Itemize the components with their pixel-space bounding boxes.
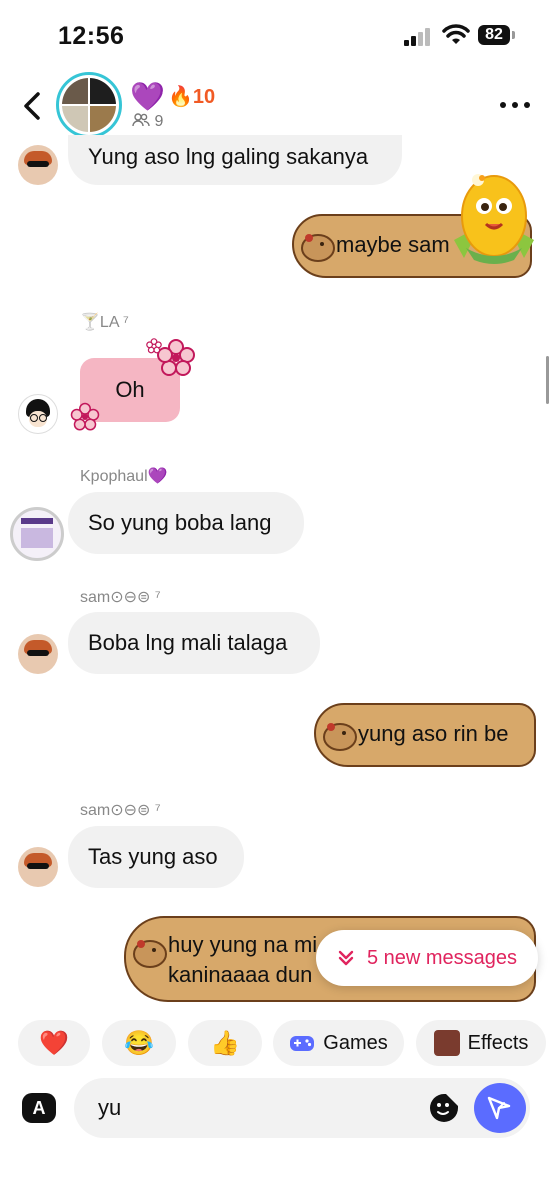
message-bubble[interactable]: Yung aso lng galing sakanya [68,135,402,185]
wifi-icon [442,24,470,44]
sticker-icon[interactable] [428,1092,460,1124]
outgoing-capybara-bubble[interactable]: yung aso rin be [314,703,536,767]
effects-button[interactable]: Effects [416,1020,546,1066]
sender-name: 🍸LA ⁷ [80,314,129,331]
small-flower-icon [146,338,162,354]
games-label: Games [323,1031,388,1054]
avatar-la[interactable] [18,394,58,434]
people-icon [132,113,150,127]
double-chevron-down-icon [338,950,354,966]
flower-decoration-icon [157,339,195,376]
message-text: Boba lng mali talaga [88,630,288,655]
scrollbar[interactable] [546,356,549,404]
thumbs-up-reaction-button[interactable]: 👍 [188,1020,262,1066]
member-count-value: 9 [154,113,164,130]
sender-name: sam⊙⊖⊜ ⁷ [80,802,161,819]
sender-name: Kpophaul💜 [80,468,168,485]
capybara-head-icon [133,940,167,968]
message-text: Oh [115,377,145,402]
avatar-sam[interactable] [18,145,58,185]
streak-counter: 🔥10 [168,86,216,108]
member-count: 9 [132,113,163,131]
new-messages-button[interactable]: 5 new messages [316,930,538,986]
more-options-button[interactable] [498,95,532,115]
thumbs-up-icon: 👍 [210,1029,240,1057]
message-text-line: huy yung na mi [168,932,318,957]
avatar-sam[interactable] [18,634,58,674]
message-input[interactable]: yu [74,1078,530,1138]
message-text: So yung boba lang [88,510,272,535]
status-time: 12:56 [58,22,125,50]
new-messages-label: 5 new messages [366,946,518,969]
message-text-line: kaninaaaa dun [168,962,313,987]
avatar-kpophaul[interactable] [10,507,64,561]
capybara-head-icon [323,723,357,751]
back-button[interactable] [16,88,50,124]
message-bubble[interactable]: So yung boba lang [68,492,304,554]
battery-indicator: 82 [478,25,510,45]
effects-label: Effects [467,1031,529,1054]
laughing-face-icon: 😂 [124,1029,154,1057]
message-text: yung aso rin be [358,721,509,746]
group-avatar[interactable] [56,72,122,138]
message-input-value: yu [98,1095,122,1120]
corn-mascot-icon [454,174,534,264]
gamepad-icon [290,1036,315,1051]
message-text: Tas yung aso [88,844,218,869]
send-arrow-icon [487,1096,511,1120]
purple-heart-badge: 💜 [130,81,165,112]
message-bubble[interactable]: Boba lng mali talaga [68,612,320,674]
text-format-button[interactable]: A [22,1093,56,1123]
sender-name: sam⊙⊖⊜ ⁷ [80,589,161,606]
cellular-signal-icon [404,28,434,46]
message-text: maybe sam [336,232,450,257]
battery-tip [512,31,515,39]
games-button[interactable]: Games [273,1020,404,1066]
heart-icon: ❤️ [39,1029,69,1057]
message-bubble[interactable]: Tas yung aso [68,826,244,888]
message-text: Yung aso lng galing sakanya [88,144,369,169]
effects-thumbnail-icon [433,1030,460,1056]
laugh-reaction-button[interactable]: 😂 [102,1020,176,1066]
heart-reaction-button[interactable]: ❤️ [18,1020,90,1066]
send-button[interactable] [474,1083,526,1133]
flower-decoration-icon [70,402,100,431]
capybara-head-icon [301,234,335,262]
avatar-sam[interactable] [18,847,58,887]
corn-sticker [444,168,544,268]
